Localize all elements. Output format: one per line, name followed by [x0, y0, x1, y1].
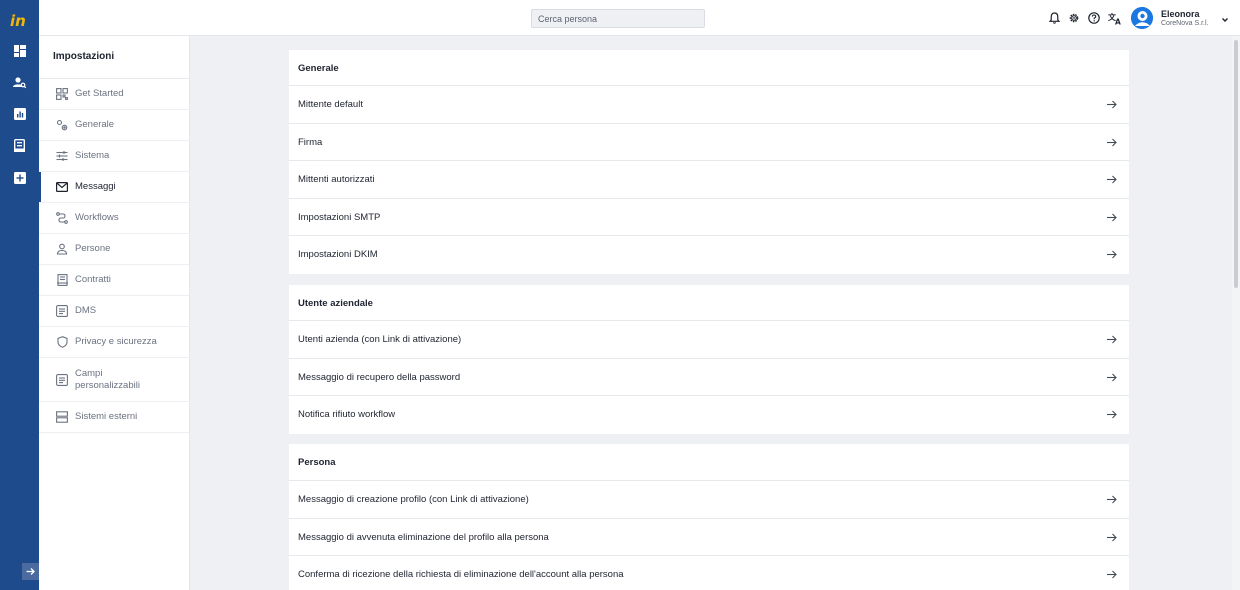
section-title: Utente aziendale	[289, 285, 1129, 321]
person-icon	[56, 243, 68, 255]
sidebar-item-label: Campi personalizzabili	[75, 367, 140, 391]
arrow-right-icon	[1107, 175, 1117, 184]
shield-icon	[56, 336, 68, 348]
people-search-icon[interactable]	[12, 75, 27, 90]
add-icon[interactable]	[12, 170, 27, 185]
row-label: Impostazioni SMTP	[298, 211, 381, 223]
sidebar-item-label: DMS	[75, 305, 97, 316]
translate-icon[interactable]: 文A	[1107, 11, 1123, 25]
settings-row[interactable]: Utenti azienda (con Link di attivazione)	[289, 321, 1129, 359]
dashboard-icon[interactable]	[12, 43, 27, 58]
svg-text:A: A	[1115, 17, 1121, 25]
chevron-down-icon[interactable]	[1220, 12, 1230, 22]
arrow-right-icon	[1107, 100, 1117, 109]
sliders-icon	[56, 150, 68, 162]
sidebar-item-privacy[interactable]: Privacy e sicurezza	[39, 327, 190, 358]
section-persona: Persona Messaggio di creazione profilo (…	[289, 444, 1129, 590]
scrollbar-thumb[interactable]	[1234, 40, 1238, 288]
sidebar-item-label: Contratti	[75, 274, 111, 285]
sidebar-item-dms[interactable]: DMS	[39, 296, 190, 327]
reports-icon[interactable]	[12, 106, 27, 121]
arrow-right-icon	[1107, 570, 1117, 579]
settings-sidebar: Impostazioni Get Started Generale Sistem…	[39, 36, 190, 590]
sidebar-item-generale[interactable]: Generale	[39, 110, 190, 141]
documents-icon[interactable]	[12, 138, 27, 153]
arrow-right-icon	[1107, 495, 1117, 504]
sidebar-item-campi-personalizzabili[interactable]: Campi personalizzabili	[39, 358, 190, 402]
server-icon	[56, 411, 68, 423]
settings-row[interactable]: Messaggio di recupero della password	[289, 359, 1129, 396]
row-label: Messaggio di avvenuta eliminazione del p…	[298, 531, 549, 543]
arrow-right-icon	[1107, 250, 1117, 259]
settings-row[interactable]: Impostazioni SMTP	[289, 199, 1129, 236]
sidebar-item-label: Workflows	[75, 212, 119, 223]
sidebar-title: Impostazioni	[53, 51, 115, 62]
sidebar-item-sistemi-esterni[interactable]: Sistemi esterni	[39, 402, 190, 433]
row-label: Utenti azienda (con Link di attivazione)	[298, 334, 462, 345]
section-utente-aziendale: Utente aziendale Utenti azienda (con Lin…	[289, 285, 1129, 434]
row-label: Firma	[298, 136, 323, 148]
sidebar-item-get-started[interactable]: Get Started	[39, 79, 190, 110]
sidebar-item-label: Persone	[75, 243, 111, 254]
row-label: Impostazioni DKIM	[298, 249, 378, 260]
help-icon[interactable]	[1087, 11, 1101, 25]
settings-row[interactable]: Mittenti autorizzati	[289, 161, 1129, 199]
arrow-right-icon	[1107, 410, 1117, 419]
mail-icon	[56, 181, 68, 193]
user-company: CoreNova S.r.l.	[1161, 20, 1209, 27]
arrow-right-icon	[1107, 138, 1117, 146]
sidebar-item-label: Generale	[75, 119, 115, 130]
row-label: Notifica rifiuto workflow	[298, 409, 396, 420]
sidebar-item-label: Messaggi	[75, 181, 116, 192]
qr-grid-icon	[56, 88, 68, 100]
sidebar-item-label: Sistema	[75, 150, 110, 161]
row-label: Conferma di ricezione della richiesta di…	[298, 569, 624, 580]
row-label: Mittenti autorizzati	[298, 174, 375, 185]
document-icon	[56, 305, 68, 317]
gears-icon	[56, 119, 68, 131]
settings-row[interactable]: Messaggio di creazione profilo (con Link…	[289, 481, 1129, 519]
settings-row[interactable]: Notifica rifiuto workflow	[289, 396, 1129, 434]
form-icon	[56, 373, 68, 386]
route-icon	[56, 212, 68, 224]
arrow-right-icon	[1107, 335, 1117, 344]
row-label: Messaggio di creazione profilo (con Link…	[298, 494, 529, 505]
arrow-right-icon	[1107, 213, 1117, 221]
sidebar-item-label: Sistemi esterni	[75, 411, 138, 422]
expand-sidebar-icon[interactable]	[22, 563, 39, 580]
top-header: Cerca persona 文A Eleonora CoreNova S.r.l…	[39, 0, 1240, 36]
row-label: Messaggio di recupero della password	[298, 371, 461, 383]
section-title: Persona	[289, 444, 1129, 481]
contract-icon	[56, 274, 68, 286]
sidebar-item-label: Get Started	[75, 88, 124, 99]
row-label: Mittente default	[298, 99, 363, 110]
logo-icon[interactable]: in	[9, 10, 31, 30]
arrow-right-icon	[1107, 373, 1117, 381]
sidebar-item-sistema[interactable]: Sistema	[39, 141, 190, 172]
settings-row[interactable]: Messaggio di avvenuta eliminazione del p…	[289, 519, 1129, 556]
sidebar-item-workflows[interactable]: Workflows	[39, 203, 190, 234]
search-input[interactable]: Cerca persona	[531, 9, 705, 28]
section-title: Generale	[289, 50, 1129, 86]
arrow-right-icon	[1107, 533, 1117, 541]
avatar[interactable]	[1131, 7, 1153, 29]
section-generale: Generale Mittente default Firma Mittenti…	[289, 50, 1129, 274]
settings-row[interactable]: Firma	[289, 124, 1129, 161]
settings-row[interactable]: Impostazioni DKIM	[289, 236, 1129, 274]
user-name: Eleonora	[1161, 9, 1200, 19]
sidebar-item-label: Privacy e sicurezza	[75, 336, 157, 347]
sidebar-item-persone[interactable]: Persone	[39, 234, 190, 265]
sidebar-item-messaggi[interactable]: Messaggi	[39, 172, 190, 203]
settings-row[interactable]: Conferma di ricezione della richiesta di…	[289, 556, 1129, 590]
settings-row[interactable]: Mittente default	[289, 86, 1129, 124]
svg-text:in: in	[10, 12, 26, 30]
sidebar-item-contratti[interactable]: Contratti	[39, 265, 190, 296]
gear-icon[interactable]	[1067, 11, 1081, 25]
app-rail: in	[0, 0, 39, 590]
bell-icon[interactable]	[1047, 11, 1061, 25]
